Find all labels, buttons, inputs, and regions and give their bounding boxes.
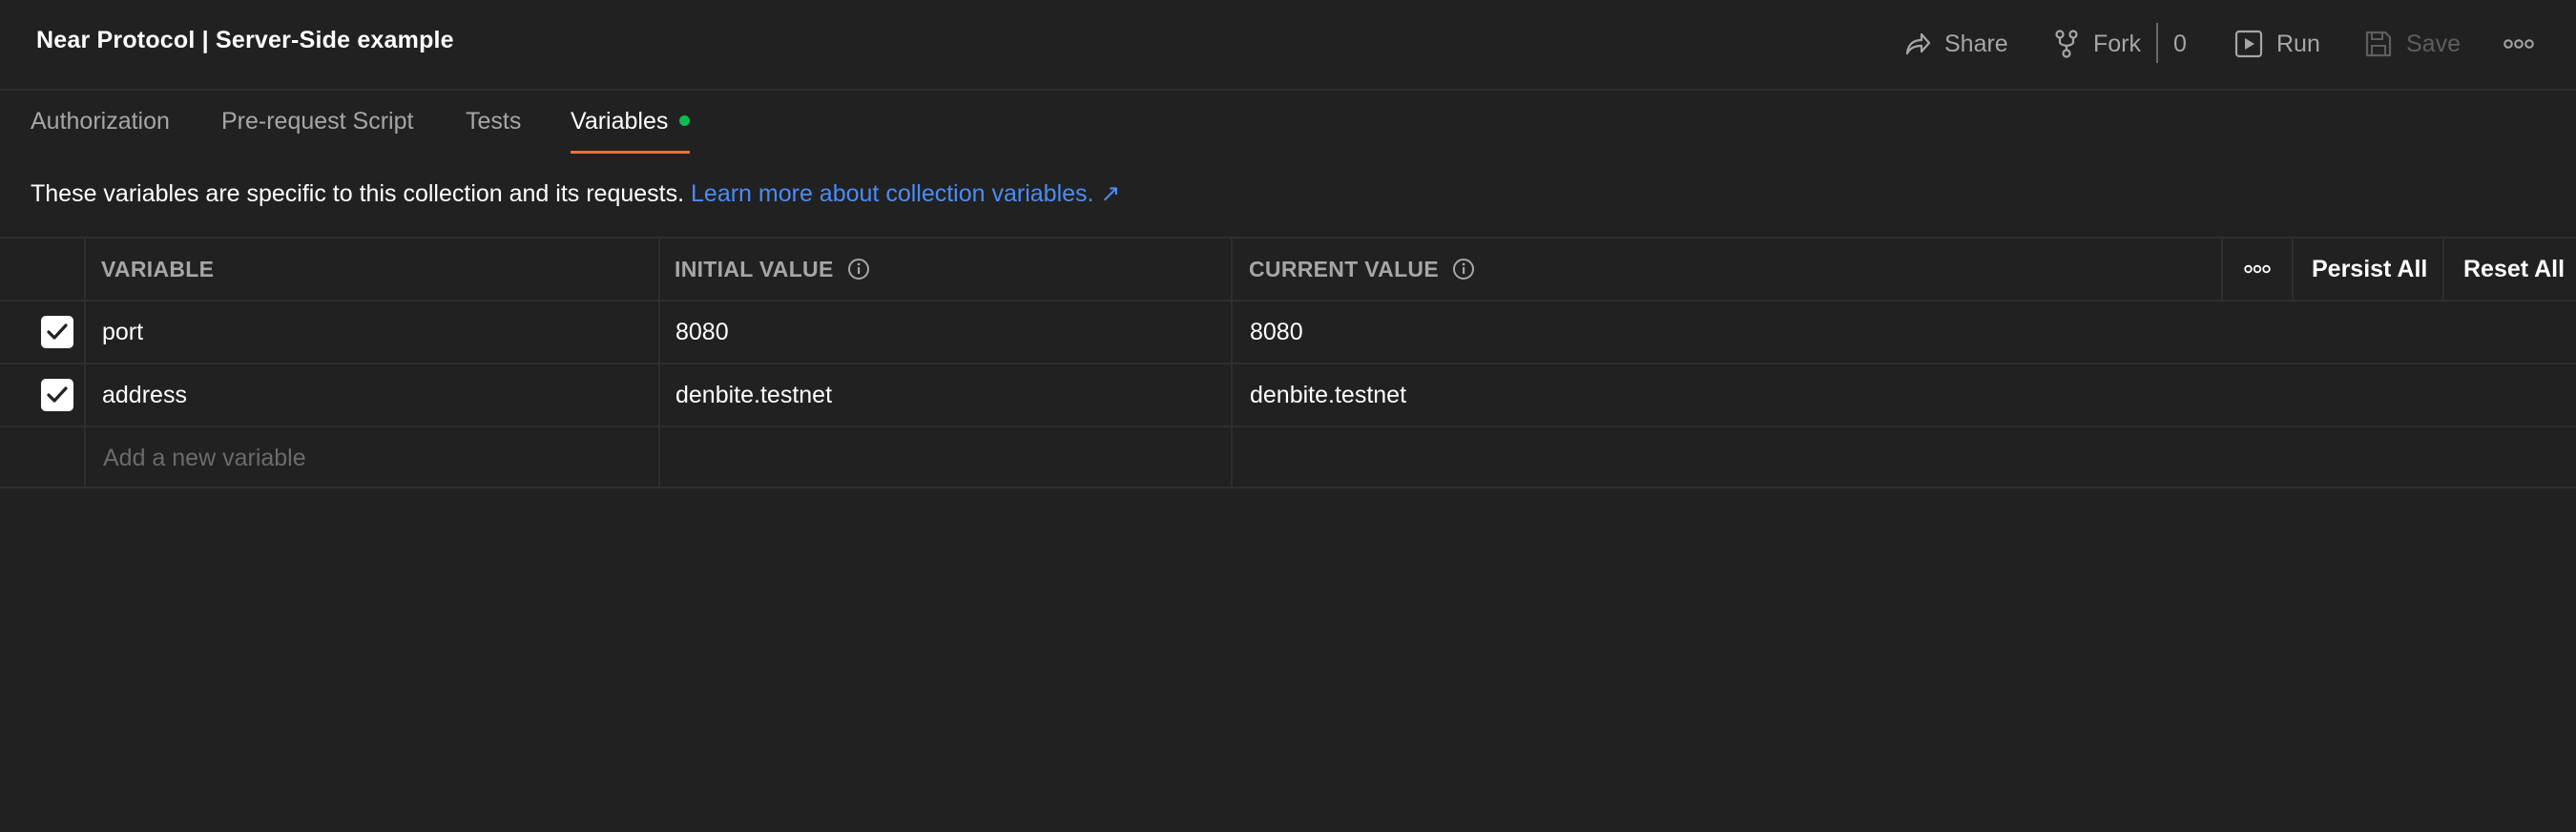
tab-tests[interactable]: Tests [466, 108, 521, 154]
collection-tabs: Authorization Pre-request Script Tests V… [0, 91, 2576, 154]
checkmark-icon [47, 323, 68, 340]
fork-button[interactable]: Fork [2053, 26, 2141, 62]
current-value-cell[interactable]: 8080 [1250, 302, 1303, 363]
more-options-button[interactable] [2503, 26, 2547, 62]
fork-icon [2055, 30, 2078, 58]
row-enabled-checkbox[interactable] [41, 302, 73, 363]
collection-header: Near Protocol | Server-Side example Shar… [0, 0, 2576, 91]
collection-title: Near Protocol | Server-Side example [36, 27, 454, 53]
variable-name-cell[interactable]: address [102, 364, 187, 426]
fork-label: Fork [2093, 30, 2141, 57]
table-header-row: VARIABLE INITIAL VALUE CURRENT VALUE Per… [0, 237, 2576, 300]
play-icon [2234, 30, 2263, 58]
table-more-options-button[interactable] [2244, 239, 2271, 300]
column-header-initial-value: INITIAL VALUE [675, 239, 870, 300]
table-row: port 8080 8080 [0, 300, 2576, 363]
column-header-current-value: CURRENT VALUE [1249, 239, 1475, 300]
row-enabled-checkbox[interactable] [41, 364, 73, 426]
share-label: Share [1944, 30, 2008, 57]
reset-all-button[interactable]: Reset All [2463, 239, 2565, 300]
new-variable-row: Add a new variable [0, 426, 2576, 489]
status-dot [679, 115, 691, 126]
save-button[interactable]: Save [2364, 26, 2461, 62]
tab-variables[interactable]: Variables [571, 108, 691, 154]
tab-pre-request-script[interactable]: Pre-request Script [221, 108, 413, 154]
current-value-cell[interactable]: denbite.testnet [1250, 364, 1406, 426]
tab-authorization[interactable]: Authorization [31, 108, 170, 154]
fork-divider [2156, 23, 2158, 63]
more-horizontal-icon [2503, 39, 2534, 49]
share-button[interactable]: Share [1902, 26, 2008, 62]
persist-all-button[interactable]: Persist All [2312, 239, 2427, 300]
table-row: address denbite.testnet denbite.testnet [0, 363, 2576, 426]
checkmark-icon [47, 386, 68, 403]
initial-value-cell[interactable]: 8080 [675, 302, 729, 363]
variable-name-cell[interactable]: port [102, 302, 143, 363]
run-button[interactable]: Run [2234, 26, 2320, 62]
save-icon [2365, 31, 2392, 57]
info-icon[interactable] [1452, 258, 1475, 281]
info-icon[interactable] [847, 258, 870, 281]
more-horizontal-icon [2244, 264, 2271, 274]
learn-more-link[interactable]: Learn more about collection variables. ↗ [691, 180, 1120, 207]
column-header-variable: VARIABLE [101, 256, 215, 281]
initial-value-cell[interactable]: denbite.testnet [675, 364, 832, 426]
variables-description: These variables are specific to this col… [31, 180, 1121, 207]
save-label: Save [2406, 30, 2461, 57]
fork-count[interactable]: 0 [2173, 26, 2187, 62]
share-icon [1905, 32, 1931, 55]
run-label: Run [2276, 30, 2320, 57]
new-variable-input[interactable]: Add a new variable [103, 427, 306, 489]
